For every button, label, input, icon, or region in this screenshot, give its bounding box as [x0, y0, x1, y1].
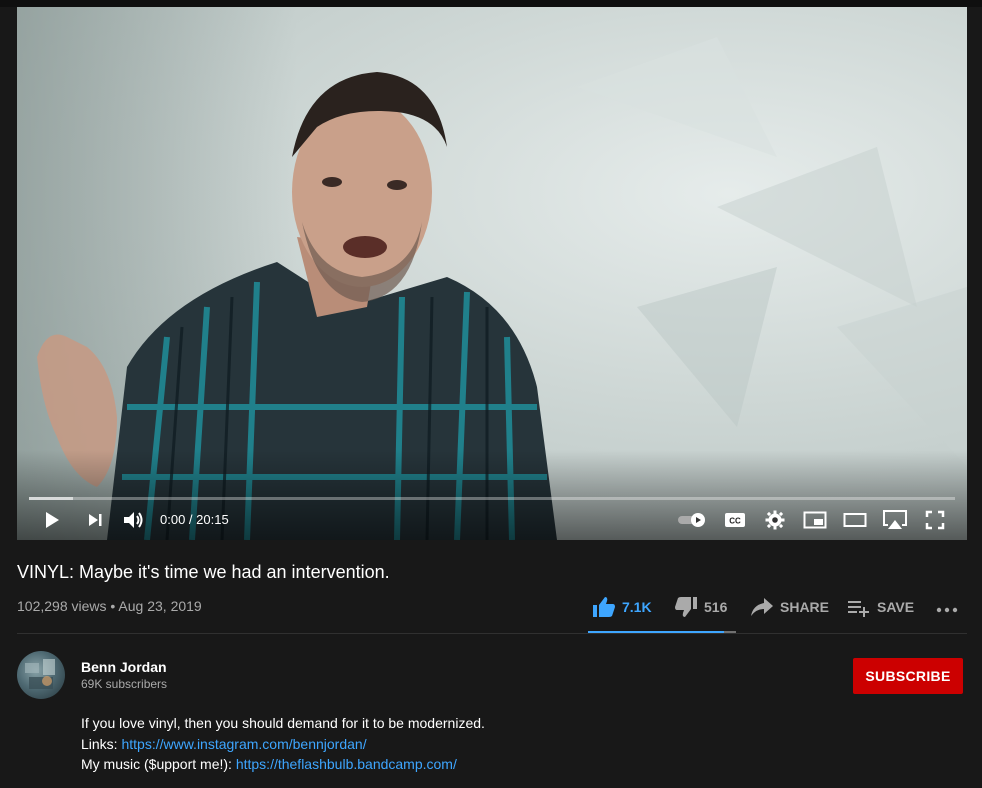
progress-buffer — [29, 497, 73, 500]
volume-icon — [124, 512, 143, 528]
dislike-count: 516 — [704, 599, 728, 615]
save-label: SAVE — [877, 599, 915, 615]
bandcamp-link[interactable]: https://theflashbulb.bandcamp.com/ — [236, 756, 457, 772]
theater-icon — [843, 513, 867, 527]
settings-icon — [765, 510, 785, 530]
autoplay-toggle[interactable] — [675, 507, 709, 533]
save-button[interactable]: SAVE — [847, 596, 914, 618]
thumbs-up-icon — [593, 597, 615, 617]
instagram-link[interactable]: https://www.instagram.com/bennjordan/ — [121, 736, 366, 752]
dislike-button[interactable]: 516 — [674, 596, 727, 618]
avatar[interactable] — [17, 651, 65, 699]
share-label: SHARE — [780, 599, 830, 615]
captions-button[interactable]: CC — [722, 507, 748, 533]
play-icon — [46, 512, 59, 528]
description-links-line: Links: https://www.instagram.com/bennjor… — [81, 736, 367, 752]
subscriber-count: 69K subscribers — [81, 677, 168, 691]
video-player[interactable]: 0:00 / 20:15 CC — [17, 7, 967, 540]
more-actions-button[interactable] — [936, 596, 958, 620]
time-display: 0:00 / 20:15 — [160, 512, 229, 527]
miniplayer-button[interactable] — [801, 507, 829, 533]
description-music-line: My music ($upport me!): https://theflash… — [81, 756, 457, 772]
fullscreen-button[interactable] — [922, 507, 948, 533]
sentiment-bar-fill — [588, 631, 724, 633]
save-icon — [848, 601, 869, 617]
sentiment-bar — [588, 631, 736, 633]
subscribe-button[interactable]: SUBSCRIBE — [853, 658, 963, 694]
top-bar — [0, 0, 982, 7]
airplay-icon — [883, 510, 907, 529]
channel-name[interactable]: Benn Jordan — [81, 659, 167, 675]
autoplay-toggle-icon — [678, 513, 705, 527]
more-icon — [936, 607, 958, 613]
svg-text:CC: CC — [729, 517, 741, 526]
cc-icon: CC — [725, 513, 745, 527]
description-line: If you love vinyl, then you should deman… — [81, 715, 485, 731]
miniplayer-icon — [803, 511, 827, 529]
volume-button[interactable] — [120, 507, 148, 533]
thumbs-down-icon — [675, 597, 697, 617]
video-meta: 102,298 views • Aug 23, 2019 — [17, 598, 202, 614]
divider — [17, 633, 967, 634]
share-button[interactable]: SHARE — [750, 596, 829, 618]
next-button[interactable] — [83, 507, 107, 533]
fullscreen-icon — [925, 510, 945, 530]
play-button[interactable] — [39, 507, 65, 533]
theater-button[interactable] — [841, 507, 869, 533]
airplay-button[interactable] — [880, 507, 910, 533]
progress-bar[interactable] — [29, 497, 955, 500]
settings-button[interactable] — [762, 507, 788, 533]
share-icon — [751, 598, 773, 616]
avatar-image — [25, 659, 55, 689]
description-links-label: Links: — [81, 736, 122, 752]
video-title: VINYL: Maybe it's time we had an interve… — [17, 562, 390, 582]
like-button[interactable]: 7.1K — [592, 596, 652, 618]
description-music-label: My music ($upport me!): — [81, 756, 236, 772]
like-count: 7.1K — [622, 599, 652, 615]
next-icon — [89, 514, 102, 526]
